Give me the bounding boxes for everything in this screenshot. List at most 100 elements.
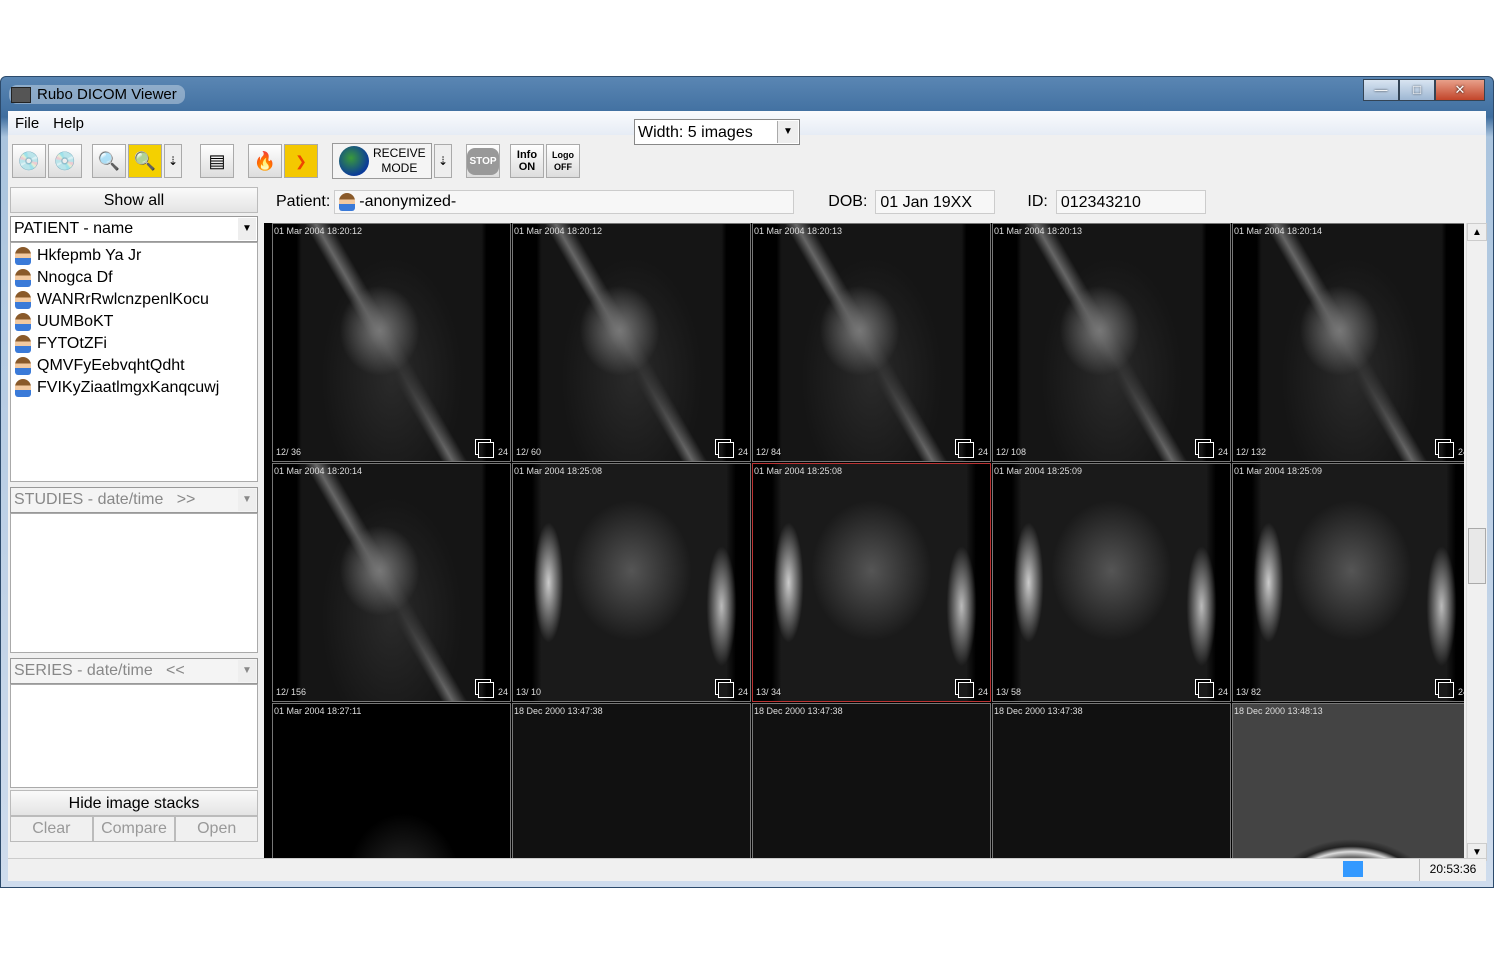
hide-image-stacks-button[interactable]: Hide image stacks: [10, 790, 258, 816]
patient-name: FYTOtZFi: [37, 335, 107, 352]
share-folder-button[interactable]: ❯: [284, 144, 318, 178]
patient-list-item[interactable]: FYTOtZFi: [11, 333, 257, 355]
cd-2-icon: 💿: [53, 150, 77, 171]
thumbnail-count: 24: [1217, 447, 1228, 457]
id-label: ID:: [1027, 193, 1048, 210]
patient-name: QMVFyEebvqhtQdht: [37, 357, 185, 374]
progress-indicator: [1343, 861, 1363, 877]
thumbnail-count: 24: [497, 687, 508, 697]
image-thumbnail[interactable]: 18 Dec 2000 13:47:38: [992, 703, 1231, 861]
receive-dropdown[interactable]: ⇣: [434, 144, 452, 178]
thumbnail-count: 24: [977, 447, 988, 457]
thumbnail-date: 01 Mar 2004 18:25:08: [514, 466, 603, 476]
minimize-button[interactable]: —: [1363, 79, 1399, 101]
series-sort-combo[interactable]: SERIES - date/time << ▼: [10, 658, 258, 684]
maximize-button[interactable]: □: [1399, 79, 1435, 101]
dicom-image: [1233, 224, 1464, 461]
stop-button[interactable]: STOP: [466, 144, 500, 178]
image-thumbnail[interactable]: 01 Mar 2004 18:25:09 13/ 82 24: [1232, 463, 1464, 702]
thumbnail-date: 01 Mar 2004 18:20:13: [754, 226, 843, 236]
patient-list-item[interactable]: WANRrRwlcnzpenlKocu: [11, 289, 257, 311]
width-select[interactable]: Width: 5 images ▼: [634, 119, 800, 145]
vertical-scrollbar[interactable]: ▲ ▼: [1466, 223, 1487, 861]
image-stack-icon: [1438, 442, 1454, 458]
thumbnail-count: 24: [1457, 447, 1464, 457]
image-stack-icon: [718, 682, 734, 698]
menu-file[interactable]: File: [8, 115, 46, 132]
studies-sort-combo[interactable]: STUDIES - date/time >> ▼: [10, 487, 258, 513]
patient-name: FVIKyZiaatlmgxKanqcuwj: [37, 379, 220, 396]
thumbnail-date: 18 Dec 2000 13:47:38: [994, 706, 1083, 716]
dicom-image: [1233, 704, 1464, 861]
image-thumbnail[interactable]: 01 Mar 2004 18:20:12 12/ 36 24: [272, 223, 511, 462]
app-icon: [11, 86, 31, 103]
image-thumbnail[interactable]: 18 Dec 2000 13:48:13: [1232, 703, 1464, 861]
clock: 20:53:36: [1419, 859, 1486, 881]
left-panel: Show all PATIENT - name ▼ Hkfepmb Ya Jr Nn…: [10, 187, 259, 881]
info-toggle-button[interactable]: Info ON: [510, 144, 544, 178]
image-thumbnail[interactable]: 01 Mar 2004 18:20:14 12/ 132 24: [1232, 223, 1464, 462]
image-stack-icon: [1198, 682, 1214, 698]
thumbnail-index: 12/ 156: [276, 687, 307, 697]
patient-list-item[interactable]: Nnogca Df: [11, 267, 257, 289]
search-folder-button[interactable]: 🔍: [128, 144, 162, 178]
image-thumbnail[interactable]: 01 Mar 2004 18:25:08 13/ 34 24: [752, 463, 991, 702]
dicom-image: [513, 464, 750, 701]
image-thumbnail[interactable]: 01 Mar 2004 18:25:09 13/ 58 24: [992, 463, 1231, 702]
image-grid: 01 Mar 2004 18:20:12 12/ 36 24 01 Mar 200…: [264, 223, 1464, 861]
thumbnail-date: 01 Mar 2004 18:20:14: [1234, 226, 1323, 236]
compare-button[interactable]: Compare: [92, 816, 176, 842]
thumbnail-date: 01 Mar 2004 18:25:08: [754, 466, 843, 476]
burn-cd-button[interactable]: 🔥: [248, 144, 282, 178]
thumbnail-date: 01 Mar 2004 18:27:11: [274, 706, 362, 716]
dicom-image: [753, 704, 990, 861]
chevron-down-icon[interactable]: ▼: [238, 489, 256, 511]
chevron-down-icon[interactable]: ▼: [238, 660, 256, 682]
menu-help[interactable]: Help: [46, 115, 91, 132]
patient-list-item[interactable]: QMVFyEebvqhtQdht: [11, 355, 257, 377]
patient-list-item[interactable]: Hkfepmb Ya Jr: [11, 245, 257, 267]
close-button[interactable]: ✕: [1435, 79, 1485, 101]
image-thumbnail[interactable]: 18 Dec 2000 13:47:38: [752, 703, 991, 861]
search-cd-button[interactable]: 🔍: [92, 144, 126, 178]
chevron-down-icon[interactable]: ▼: [238, 218, 256, 240]
image-thumbnail[interactable]: 18 Dec 2000 13:47:38: [512, 703, 751, 861]
globe-icon: [339, 146, 369, 176]
scroll-up-button[interactable]: ▲: [1467, 223, 1487, 241]
show-all-button[interactable]: Show all: [10, 187, 258, 213]
image-thumbnail[interactable]: 01 Mar 2004 18:20:14 12/ 156 24: [272, 463, 511, 702]
patient-name: WANRrRwlcnzpenlKocu: [37, 291, 209, 308]
image-stack-icon: [1198, 442, 1214, 458]
clear-button[interactable]: Clear: [10, 816, 93, 842]
image-stack-icon: [478, 442, 494, 458]
image-thumbnail[interactable]: 01 Mar 2004 18:20:12 12/ 60 24: [512, 223, 751, 462]
network-button[interactable]: ▤: [200, 144, 234, 178]
patient-sort-combo[interactable]: PATIENT - name ▼: [10, 216, 258, 242]
patient-icon: [15, 357, 31, 375]
open-button[interactable]: Open: [175, 816, 259, 842]
scroll-thumb[interactable]: [1468, 528, 1486, 584]
cd-2-button[interactable]: 💿: [48, 144, 82, 178]
thumbnail-count: 24: [1217, 687, 1228, 697]
thumbnail-date: 18 Dec 2000 13:48:13: [1234, 706, 1323, 716]
receive-mode-button[interactable]: RECEIVE MODE: [332, 143, 432, 179]
thumbnail-date: 01 Mar 2004 18:25:09: [994, 466, 1083, 476]
image-thumbnail[interactable]: 01 Mar 2004 18:20:13 12/ 84 24: [752, 223, 991, 462]
patient-list-item[interactable]: FVIKyZiaatlmgxKanqcuwj: [11, 377, 257, 399]
image-thumbnail[interactable]: 01 Mar 2004 18:27:11: [272, 703, 511, 861]
cd-1-button[interactable]: 💿: [12, 144, 46, 178]
status-bar: 20:53:36: [8, 858, 1486, 881]
thumbnail-count: 24: [737, 687, 748, 697]
image-thumbnail[interactable]: 01 Mar 2004 18:20:13 12/ 108 24: [992, 223, 1231, 462]
patient-list-item[interactable]: UUMBoKT: [11, 311, 257, 333]
server-icon: ▤: [208, 150, 226, 171]
patient-icon: [15, 247, 31, 265]
logo-toggle-button[interactable]: Logo OFF: [546, 144, 580, 178]
thumbnail-date: 01 Mar 2004 18:20:12: [274, 226, 363, 236]
dicom-image: [273, 464, 510, 701]
info-state: ON: [518, 161, 536, 173]
search-dropdown[interactable]: ⇣: [164, 144, 182, 178]
series-list: [10, 684, 258, 788]
image-thumbnail[interactable]: 01 Mar 2004 18:25:08 13/ 10 24: [512, 463, 751, 702]
chevron-down-icon[interactable]: ▼: [777, 121, 798, 143]
